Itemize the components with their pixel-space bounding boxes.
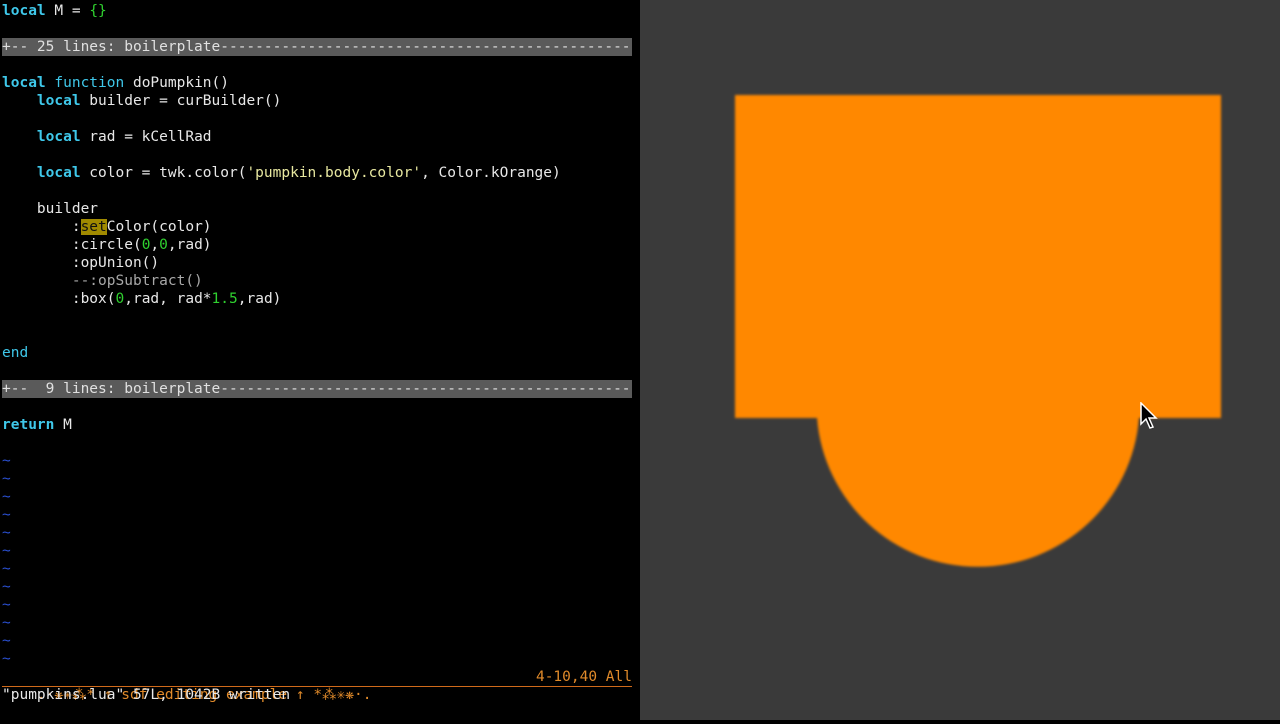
code-line-setcolor: :setColor(color) — [2, 219, 212, 235]
code-line-builder-chain: builder — [2, 201, 99, 217]
search-highlight: set — [80, 219, 107, 235]
empty-line-marker: ~ — [2, 579, 11, 595]
code-line-opunion: :opUnion() — [2, 255, 160, 271]
code-line-return: return M — [2, 417, 72, 433]
empty-line-marker: ~ — [2, 453, 11, 469]
code-editor[interactable]: local M = {} +-- 25 lines: boilerplate--… — [0, 0, 640, 720]
empty-line-marker: ~ — [2, 651, 11, 667]
code-line-builder: local builder = curBuilder() — [36, 93, 282, 109]
sdf-render-viewport[interactable] — [640, 0, 1280, 720]
code-line-box: :box(0,rad, rad*1.5,rad) — [2, 291, 282, 307]
code-line-1: local M = {} — [2, 3, 107, 19]
empty-line-marker: ~ — [2, 471, 11, 487]
pumpkin-shape — [735, 95, 1221, 567]
code-line-end: end — [2, 345, 29, 361]
fold-marker-boilerplate-25[interactable]: +-- 25 lines: boilerplate---------------… — [2, 38, 632, 56]
empty-line-marker: ~ — [2, 633, 11, 649]
empty-line-marker: ~ — [2, 525, 11, 541]
command-message: "pumpkins.lua" 57L, 1042B written — [2, 687, 291, 703]
empty-line-marker: ~ — [2, 543, 11, 559]
empty-line-marker: ~ — [2, 489, 11, 505]
fold-marker-boilerplate-9[interactable]: +-- 9 lines: boilerplate----------------… — [2, 380, 632, 398]
empty-line-marker: ~ — [2, 597, 11, 613]
mouse-cursor-icon — [1140, 402, 1158, 429]
code-line-rad: local rad = kCellRad — [36, 129, 212, 145]
code-line-color: local color = twk.color('pumpkin.body.co… — [36, 165, 561, 181]
status-line: .·❋✳⁂* ↑ sdf editing example ↑ *⁂✳❋·. 4-… — [2, 668, 632, 703]
code-line-comment: --:opSubtract() — [2, 273, 203, 289]
code-line-circle: :circle(0,0,rad) — [2, 237, 212, 253]
empty-line-marker: ~ — [2, 615, 11, 631]
code-line-function: local function doPumpkin() — [2, 75, 229, 91]
cursor-position: 4-10,40 All — [535, 669, 632, 685]
empty-line-marker: ~ — [2, 561, 11, 577]
empty-line-marker: ~ — [2, 507, 11, 523]
render-canvas — [735, 95, 1221, 567]
